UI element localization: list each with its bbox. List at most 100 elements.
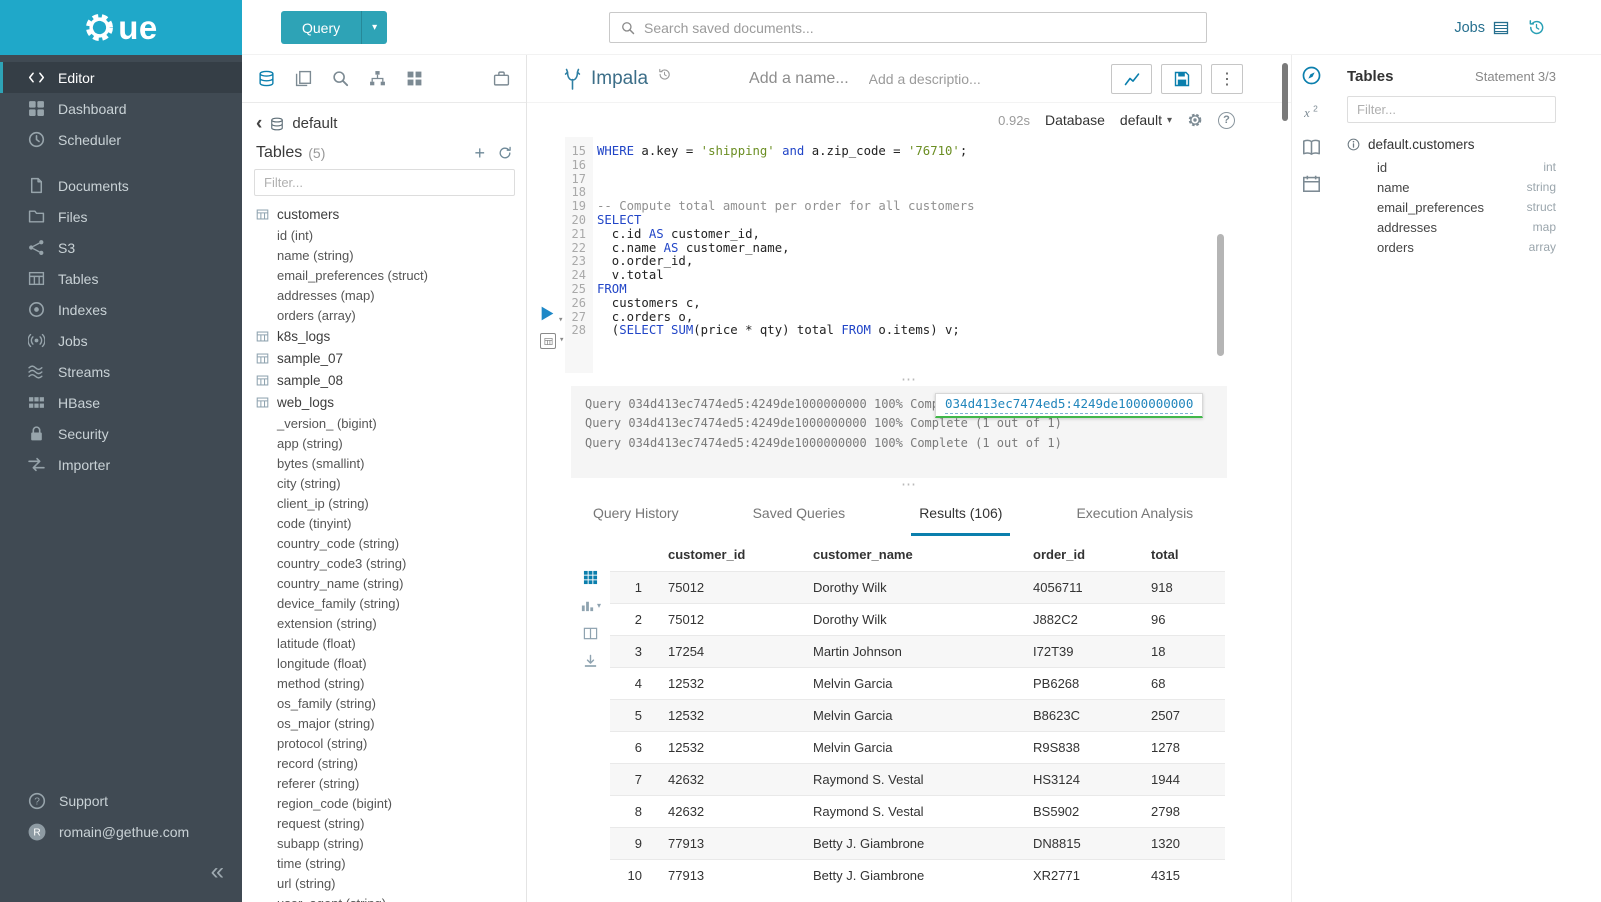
column-item-referer[interactable]: referer (string) [242, 773, 526, 793]
query-name-input[interactable]: Add a name... [749, 70, 849, 88]
functions-icon[interactable]: x2 [1302, 102, 1321, 121]
column-item-version[interactable]: _version_ (bigint) [242, 413, 526, 433]
add-table-icon[interactable] [474, 144, 485, 162]
query-id-link[interactable]: 034d413ec7474ed5:4249de1000000000 [935, 393, 1203, 418]
column-item-email-preferences[interactable]: email_preferencesstruct [1347, 197, 1556, 217]
sidebar-item-importer[interactable]: Importer [0, 449, 242, 480]
sidebar-item-indexes[interactable]: Indexes [0, 294, 242, 325]
sidebar-item-hbase[interactable]: HBase [0, 387, 242, 418]
column-item-os-family[interactable]: os_family (string) [242, 693, 526, 713]
column-header-order-id[interactable]: order_id [1023, 536, 1141, 572]
column-item-bytes[interactable]: bytes (smallint) [242, 453, 526, 473]
tab-query-history[interactable]: Query History [585, 505, 687, 536]
sidebar-item-security[interactable]: Security [0, 418, 242, 449]
main-scrollbar[interactable] [1282, 63, 1288, 121]
sitemap-icon[interactable] [369, 70, 386, 87]
back-chevron-icon[interactable] [256, 114, 262, 133]
briefcase-icon[interactable] [493, 70, 510, 87]
column-item-country-name[interactable]: country_name (string) [242, 573, 526, 593]
column-item-city[interactable]: city (string) [242, 473, 526, 493]
table-filter-input[interactable] [254, 169, 515, 196]
sidebar-item-jobs[interactable]: Jobs [0, 325, 242, 356]
query-history-icon[interactable] [1528, 19, 1545, 36]
execute-button[interactable] [540, 305, 555, 322]
column-item-request[interactable]: request (string) [242, 813, 526, 833]
chart-button[interactable] [1111, 64, 1152, 94]
sql-editor[interactable]: 1516171819202122232425262728 WHERE a.key… [527, 137, 1291, 373]
compass-icon[interactable] [1302, 66, 1321, 85]
column-item-code[interactable]: code (tinyint) [242, 513, 526, 533]
sidebar-item-files[interactable]: Files [0, 201, 242, 232]
column-header-customer-id[interactable]: customer_id [658, 536, 803, 572]
column-item-time[interactable]: time (string) [242, 853, 526, 873]
right-assist-filter-input[interactable] [1347, 96, 1556, 123]
tab-saved-queries[interactable]: Saved Queries [745, 505, 854, 536]
grid-view-icon[interactable] [583, 570, 598, 585]
table-item-sample-07[interactable]: sample_07 [242, 347, 526, 369]
settings-gear-icon[interactable] [1187, 112, 1203, 128]
column-header-customer-name[interactable]: customer_name [803, 536, 1023, 572]
column-item-id[interactable]: id (int) [242, 225, 526, 245]
editor-code-lines[interactable]: WHERE a.key = 'shipping' and a.zip_code … [597, 137, 1211, 373]
sidebar-item-support[interactable]: ?Support [0, 785, 242, 816]
save-button[interactable] [1161, 64, 1202, 94]
editor-resize-handle[interactable] [527, 373, 1291, 386]
tab-execution-analysis[interactable]: Execution Analysis [1068, 505, 1201, 536]
column-item-device-family[interactable]: device_family (string) [242, 593, 526, 613]
column-item-longitude[interactable]: longitude (float) [242, 653, 526, 673]
column-item-id[interactable]: idint [1347, 157, 1556, 177]
column-item-extension[interactable]: extension (string) [242, 613, 526, 633]
column-item-orders[interactable]: ordersarray [1347, 237, 1556, 257]
column-item-email-preferences[interactable]: email_preferences (struct) [242, 265, 526, 285]
column-item-protocol[interactable]: protocol (string) [242, 733, 526, 753]
column-header-total[interactable]: total [1141, 536, 1225, 572]
sidebar-item-dashboard[interactable]: Dashboard [0, 93, 242, 124]
table-item-k8s-logs[interactable]: k8s_logs [242, 325, 526, 347]
database-breadcrumb[interactable]: default [292, 115, 337, 132]
database-selector[interactable]: default [1120, 112, 1172, 128]
column-item-country-code3[interactable]: country_code3 (string) [242, 553, 526, 573]
download-icon[interactable] [583, 654, 598, 669]
active-table-row[interactable]: default.customers [1347, 137, 1556, 152]
table-item-customers[interactable]: customers [242, 203, 526, 225]
chart-view-icon[interactable] [580, 598, 601, 613]
hue-logo[interactable]: ue [0, 0, 242, 55]
sql-database-icon[interactable] [258, 70, 275, 87]
more-actions-button[interactable] [1211, 64, 1243, 94]
column-item-url[interactable]: url (string) [242, 873, 526, 893]
column-item-subapp[interactable]: subapp (string) [242, 833, 526, 853]
apps-grid-icon[interactable] [406, 70, 423, 87]
sidebar-item-documents[interactable]: Documents [0, 170, 242, 201]
column-item-orders[interactable]: orders (array) [242, 305, 526, 325]
calendar-icon[interactable] [1302, 174, 1321, 193]
column-item-os-major[interactable]: os_major (string) [242, 713, 526, 733]
column-item-app[interactable]: app (string) [242, 433, 526, 453]
sidebar-item-tables[interactable]: Tables [0, 263, 242, 294]
search-icon[interactable] [332, 70, 349, 87]
refresh-icon[interactable] [498, 146, 512, 160]
search-input[interactable] [644, 20, 1195, 36]
column-item-client-ip[interactable]: client_ip (string) [242, 493, 526, 513]
documents-icon[interactable] [295, 70, 312, 87]
execute-options-caret[interactable] [558, 314, 563, 328]
table-item-sample-08[interactable]: sample_08 [242, 369, 526, 391]
sidebar-item-s3[interactable]: S3 [0, 232, 242, 263]
column-item-latitude[interactable]: latitude (float) [242, 633, 526, 653]
log-resize-handle[interactable] [527, 478, 1291, 491]
jobs-link[interactable]: Jobs [1454, 0, 1509, 55]
tab-results-106[interactable]: Results (106) [911, 505, 1010, 536]
editor-scrollbar[interactable] [1217, 234, 1224, 356]
column-item-method[interactable]: method (string) [242, 673, 526, 693]
sidebar-collapse-button[interactable] [211, 860, 224, 884]
column-item-record[interactable]: record (string) [242, 753, 526, 773]
column-item-region-code[interactable]: region_code (bigint) [242, 793, 526, 813]
column-item-name[interactable]: namestring [1347, 177, 1556, 197]
editor-options-button[interactable] [540, 333, 564, 349]
column-item-user-agent[interactable]: user_agent (string) [242, 893, 526, 902]
sidebar-item-scheduler[interactable]: Scheduler [0, 124, 242, 155]
query-type-dropdown[interactable] [361, 11, 387, 44]
query-button[interactable]: Query [281, 11, 361, 44]
sidebar-item-editor[interactable]: Editor [0, 62, 242, 93]
sidebar-item-romain-gethue-com[interactable]: Rromain@gethue.com [0, 816, 242, 847]
column-item-addresses[interactable]: addressesmap [1347, 217, 1556, 237]
